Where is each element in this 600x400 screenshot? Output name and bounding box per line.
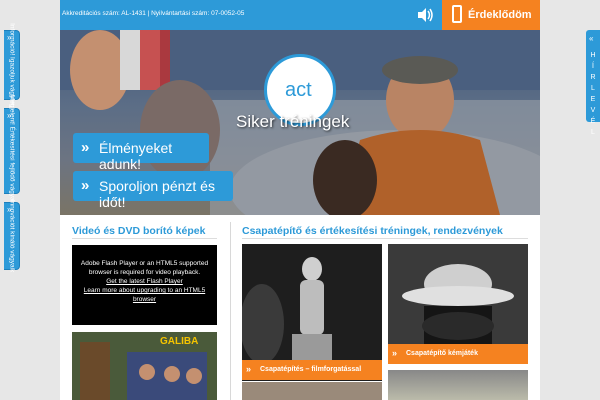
sidebar-tab-published[interactable]: » Megjelent! Értékesítési fejlődő vágyai… <box>4 95 20 207</box>
sidebar-tab-label: Innovációt kínáló vágyaik <box>8 199 15 273</box>
flash-link[interactable]: Get the latest Flash Player <box>72 277 217 286</box>
video-section-heading: Videó és DVD borító képek <box>72 225 206 237</box>
video-player[interactable]: Adobe Flash Player or an HTML5 supported… <box>72 245 217 325</box>
dvd-cover-thumbnail[interactable]: GALIBA <box>72 332 217 400</box>
sidebar-tab-label: Megjelent! Értékesítési fejlődő vágyaik. <box>8 94 15 208</box>
page-frame: Akkreditációs szám: AL-1431 | Nyilvántar… <box>60 0 540 400</box>
newsletter-tab[interactable]: « HÍRLEVÉL <box>586 30 600 136</box>
sidebar-tab-information[interactable]: » Információ! Igazoljuk vágyait. <box>4 23 20 107</box>
chevron-right-icon: » <box>392 348 398 358</box>
interest-button[interactable]: Érdeklődöm <box>442 0 540 30</box>
accreditation-text: Akkreditációs szám: AL-1431 | Nyilvántar… <box>62 10 245 17</box>
divider <box>72 238 217 239</box>
hero-banner: act Siker tréningek » Élményeket adunk! … <box>60 30 540 215</box>
save-money-button[interactable]: » Sporoljon pénzt és időt! <box>73 171 233 210</box>
sidebar-tab-innovation[interactable]: » Innovációt kínáló vágyaik <box>4 199 20 273</box>
newsletter-label: HÍRLEVÉL <box>590 52 596 136</box>
top-bar: Akkreditációs szám: AL-1431 | Nyilvántar… <box>60 0 540 30</box>
chevron-left-icon: « <box>589 34 594 43</box>
trainings-section-heading: Csapatépítő és értékesítési tréningek, r… <box>242 225 503 237</box>
chevron-right-icon: » <box>81 177 90 194</box>
html5-link[interactable]: Learn more about upgrading to an HTML5 b… <box>72 286 217 304</box>
chevron-right-icon: » <box>246 364 252 374</box>
training-label-spy-game[interactable]: » Csapatépítő kémjáték <box>388 344 528 364</box>
divider <box>242 238 528 239</box>
flash-message: Adobe Flash Player or an HTML5 supported… <box>80 260 209 276</box>
experience-button[interactable]: » Élményeket adunk! <box>73 133 209 172</box>
dvd-logo-text: GALIBA <box>160 336 199 347</box>
training-label-filming[interactable]: » Csapatépítés – filmforgatással <box>242 360 382 380</box>
chevron-right-icon: » <box>81 139 90 156</box>
phone-icon <box>452 5 462 23</box>
sound-icon[interactable] <box>416 6 434 24</box>
training-photo[interactable] <box>242 382 382 400</box>
hero-title: Siker tréningek <box>236 112 350 131</box>
column-divider <box>230 222 231 400</box>
training-photo[interactable] <box>388 370 528 400</box>
